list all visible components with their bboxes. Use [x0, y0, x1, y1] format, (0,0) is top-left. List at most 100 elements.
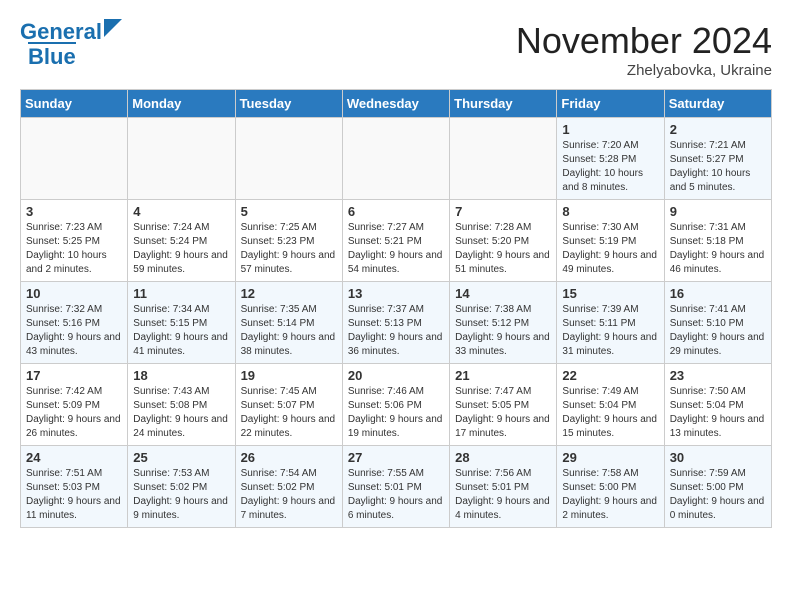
week-row-5: 24 Sunrise: 7:51 AM Sunset: 5:03 PM Dayli…	[21, 446, 772, 528]
day-number: 28	[455, 450, 551, 465]
calendar-cell: 3Sunrise: 7:23 AM Sunset: 5:25 PM Daylig…	[21, 200, 128, 282]
calendar-cell: 6 Sunrise: 7:27 AM Sunset: 5:21 PM Daylig…	[342, 200, 449, 282]
day-info: Sunrise: 7:41 AM Sunset: 5:10 PM Dayligh…	[670, 303, 766, 359]
calendar-table: SundayMondayTuesdayWednesdayThursdayFrid…	[20, 89, 772, 528]
weekday-header-tuesday: Tuesday	[235, 90, 342, 118]
day-number: 29	[562, 450, 658, 465]
calendar-cell: 4 Sunrise: 7:24 AM Sunset: 5:24 PM Daylig…	[128, 200, 235, 282]
day-info: Sunrise: 7:49 AM Sunset: 5:04 PM Dayligh…	[562, 385, 658, 441]
calendar-cell	[342, 118, 449, 200]
calendar-cell: 7 Sunrise: 7:28 AM Sunset: 5:20 PM Daylig…	[450, 200, 557, 282]
day-number: 21	[455, 368, 551, 383]
week-row-3: 10 Sunrise: 7:32 AM Sunset: 5:16 PM Dayli…	[21, 282, 772, 364]
calendar-cell: 8 Sunrise: 7:30 AM Sunset: 5:19 PM Daylig…	[557, 200, 664, 282]
day-info: Sunrise: 7:24 AM Sunset: 5:24 PM Dayligh…	[133, 221, 229, 277]
day-number: 24	[26, 450, 122, 465]
day-info: Sunrise: 7:37 AM Sunset: 5:13 PM Dayligh…	[348, 303, 444, 359]
day-info: Sunrise: 7:43 AM Sunset: 5:08 PM Dayligh…	[133, 385, 229, 441]
calendar-cell: 1Sunrise: 7:20 AM Sunset: 5:28 PM Daylig…	[557, 118, 664, 200]
day-info: Sunrise: 7:51 AM Sunset: 5:03 PM Dayligh…	[26, 467, 122, 523]
calendar-cell: 5 Sunrise: 7:25 AM Sunset: 5:23 PM Daylig…	[235, 200, 342, 282]
day-info: Sunrise: 7:54 AM Sunset: 5:02 PM Dayligh…	[241, 467, 337, 523]
day-info: Sunrise: 7:31 AM Sunset: 5:18 PM Dayligh…	[670, 221, 766, 277]
day-info: Sunrise: 7:39 AM Sunset: 5:11 PM Dayligh…	[562, 303, 658, 359]
week-row-1: 1Sunrise: 7:20 AM Sunset: 5:28 PM Daylig…	[21, 118, 772, 200]
calendar-cell: 16 Sunrise: 7:41 AM Sunset: 5:10 PM Dayli…	[664, 282, 771, 364]
day-info: Sunrise: 7:45 AM Sunset: 5:07 PM Dayligh…	[241, 385, 337, 441]
calendar-cell: 28Sunrise: 7:56 AM Sunset: 5:01 PM Dayli…	[450, 446, 557, 528]
day-info: Sunrise: 7:35 AM Sunset: 5:14 PM Dayligh…	[241, 303, 337, 359]
day-info: Sunrise: 7:25 AM Sunset: 5:23 PM Dayligh…	[241, 221, 337, 277]
day-number: 30	[670, 450, 766, 465]
logo: General Blue	[20, 20, 122, 69]
calendar-cell: 27 Sunrise: 7:55 AM Sunset: 5:01 PM Dayli…	[342, 446, 449, 528]
day-number: 11	[133, 286, 229, 301]
day-info: Sunrise: 7:30 AM Sunset: 5:19 PM Dayligh…	[562, 221, 658, 277]
day-number: 17	[26, 368, 122, 383]
day-number: 8	[562, 204, 658, 219]
day-number: 26	[241, 450, 337, 465]
calendar-cell: 29 Sunrise: 7:58 AM Sunset: 5:00 PM Dayli…	[557, 446, 664, 528]
logo-blue-text: Blue	[28, 42, 76, 69]
day-number: 5	[241, 204, 337, 219]
day-number: 13	[348, 286, 444, 301]
calendar-cell: 14 Sunrise: 7:38 AM Sunset: 5:12 PM Dayli…	[450, 282, 557, 364]
day-info: Sunrise: 7:47 AM Sunset: 5:05 PM Dayligh…	[455, 385, 551, 441]
day-info: Sunrise: 7:20 AM Sunset: 5:28 PM Dayligh…	[562, 139, 658, 195]
title-block: November 2024 Zhelyabovka, Ukraine	[516, 20, 772, 79]
day-number: 10	[26, 286, 122, 301]
calendar-cell: 13 Sunrise: 7:37 AM Sunset: 5:13 PM Dayli…	[342, 282, 449, 364]
logo-text: General	[20, 20, 102, 44]
day-info: Sunrise: 7:55 AM Sunset: 5:01 PM Dayligh…	[348, 467, 444, 523]
day-number: 19	[241, 368, 337, 383]
day-info: Sunrise: 7:58 AM Sunset: 5:00 PM Dayligh…	[562, 467, 658, 523]
day-number: 2	[670, 122, 766, 137]
logo-arrow-icon	[104, 19, 122, 37]
page-header: General Blue November 2024 Zhelyabovka, …	[20, 20, 772, 79]
day-info: Sunrise: 7:27 AM Sunset: 5:21 PM Dayligh…	[348, 221, 444, 277]
day-number: 18	[133, 368, 229, 383]
calendar-cell: 19 Sunrise: 7:45 AM Sunset: 5:07 PM Dayli…	[235, 364, 342, 446]
day-info: Sunrise: 7:28 AM Sunset: 5:20 PM Dayligh…	[455, 221, 551, 277]
day-info: Sunrise: 7:23 AM Sunset: 5:25 PM Dayligh…	[26, 221, 122, 277]
calendar-cell: 18 Sunrise: 7:43 AM Sunset: 5:08 PM Dayli…	[128, 364, 235, 446]
day-info: Sunrise: 7:53 AM Sunset: 5:02 PM Dayligh…	[133, 467, 229, 523]
weekday-header-thursday: Thursday	[450, 90, 557, 118]
calendar-cell: 10 Sunrise: 7:32 AM Sunset: 5:16 PM Dayli…	[21, 282, 128, 364]
day-info: Sunrise: 7:34 AM Sunset: 5:15 PM Dayligh…	[133, 303, 229, 359]
day-info: Sunrise: 7:32 AM Sunset: 5:16 PM Dayligh…	[26, 303, 122, 359]
week-row-4: 17 Sunrise: 7:42 AM Sunset: 5:09 PM Dayli…	[21, 364, 772, 446]
calendar-cell: 21 Sunrise: 7:47 AM Sunset: 5:05 PM Dayli…	[450, 364, 557, 446]
day-number: 15	[562, 286, 658, 301]
calendar-cell: 24 Sunrise: 7:51 AM Sunset: 5:03 PM Dayli…	[21, 446, 128, 528]
calendar-cell	[450, 118, 557, 200]
calendar-cell: 15 Sunrise: 7:39 AM Sunset: 5:11 PM Dayli…	[557, 282, 664, 364]
weekday-header-friday: Friday	[557, 90, 664, 118]
calendar-cell: 22Sunrise: 7:49 AM Sunset: 5:04 PM Dayli…	[557, 364, 664, 446]
day-number: 4	[133, 204, 229, 219]
calendar-cell: 20Sunrise: 7:46 AM Sunset: 5:06 PM Dayli…	[342, 364, 449, 446]
day-info: Sunrise: 7:38 AM Sunset: 5:12 PM Dayligh…	[455, 303, 551, 359]
day-number: 23	[670, 368, 766, 383]
calendar-cell: 26 Sunrise: 7:54 AM Sunset: 5:02 PM Dayli…	[235, 446, 342, 528]
weekday-header-monday: Monday	[128, 90, 235, 118]
weekday-header-wednesday: Wednesday	[342, 90, 449, 118]
weekday-header-saturday: Saturday	[664, 90, 771, 118]
day-number: 20	[348, 368, 444, 383]
day-number: 16	[670, 286, 766, 301]
day-number: 6	[348, 204, 444, 219]
calendar-cell	[128, 118, 235, 200]
calendar-cell: 30 Sunrise: 7:59 AM Sunset: 5:00 PM Dayli…	[664, 446, 771, 528]
weekday-header-sunday: Sunday	[21, 90, 128, 118]
calendar-cell: 17 Sunrise: 7:42 AM Sunset: 5:09 PM Dayli…	[21, 364, 128, 446]
location: Zhelyabovka, Ukraine	[516, 62, 772, 79]
calendar-cell: 25Sunrise: 7:53 AM Sunset: 5:02 PM Dayli…	[128, 446, 235, 528]
day-number: 14	[455, 286, 551, 301]
day-info: Sunrise: 7:21 AM Sunset: 5:27 PM Dayligh…	[670, 139, 766, 195]
day-number: 7	[455, 204, 551, 219]
day-info: Sunrise: 7:50 AM Sunset: 5:04 PM Dayligh…	[670, 385, 766, 441]
day-number: 27	[348, 450, 444, 465]
day-info: Sunrise: 7:59 AM Sunset: 5:00 PM Dayligh…	[670, 467, 766, 523]
calendar-cell: 2 Sunrise: 7:21 AM Sunset: 5:27 PM Daylig…	[664, 118, 771, 200]
day-info: Sunrise: 7:42 AM Sunset: 5:09 PM Dayligh…	[26, 385, 122, 441]
